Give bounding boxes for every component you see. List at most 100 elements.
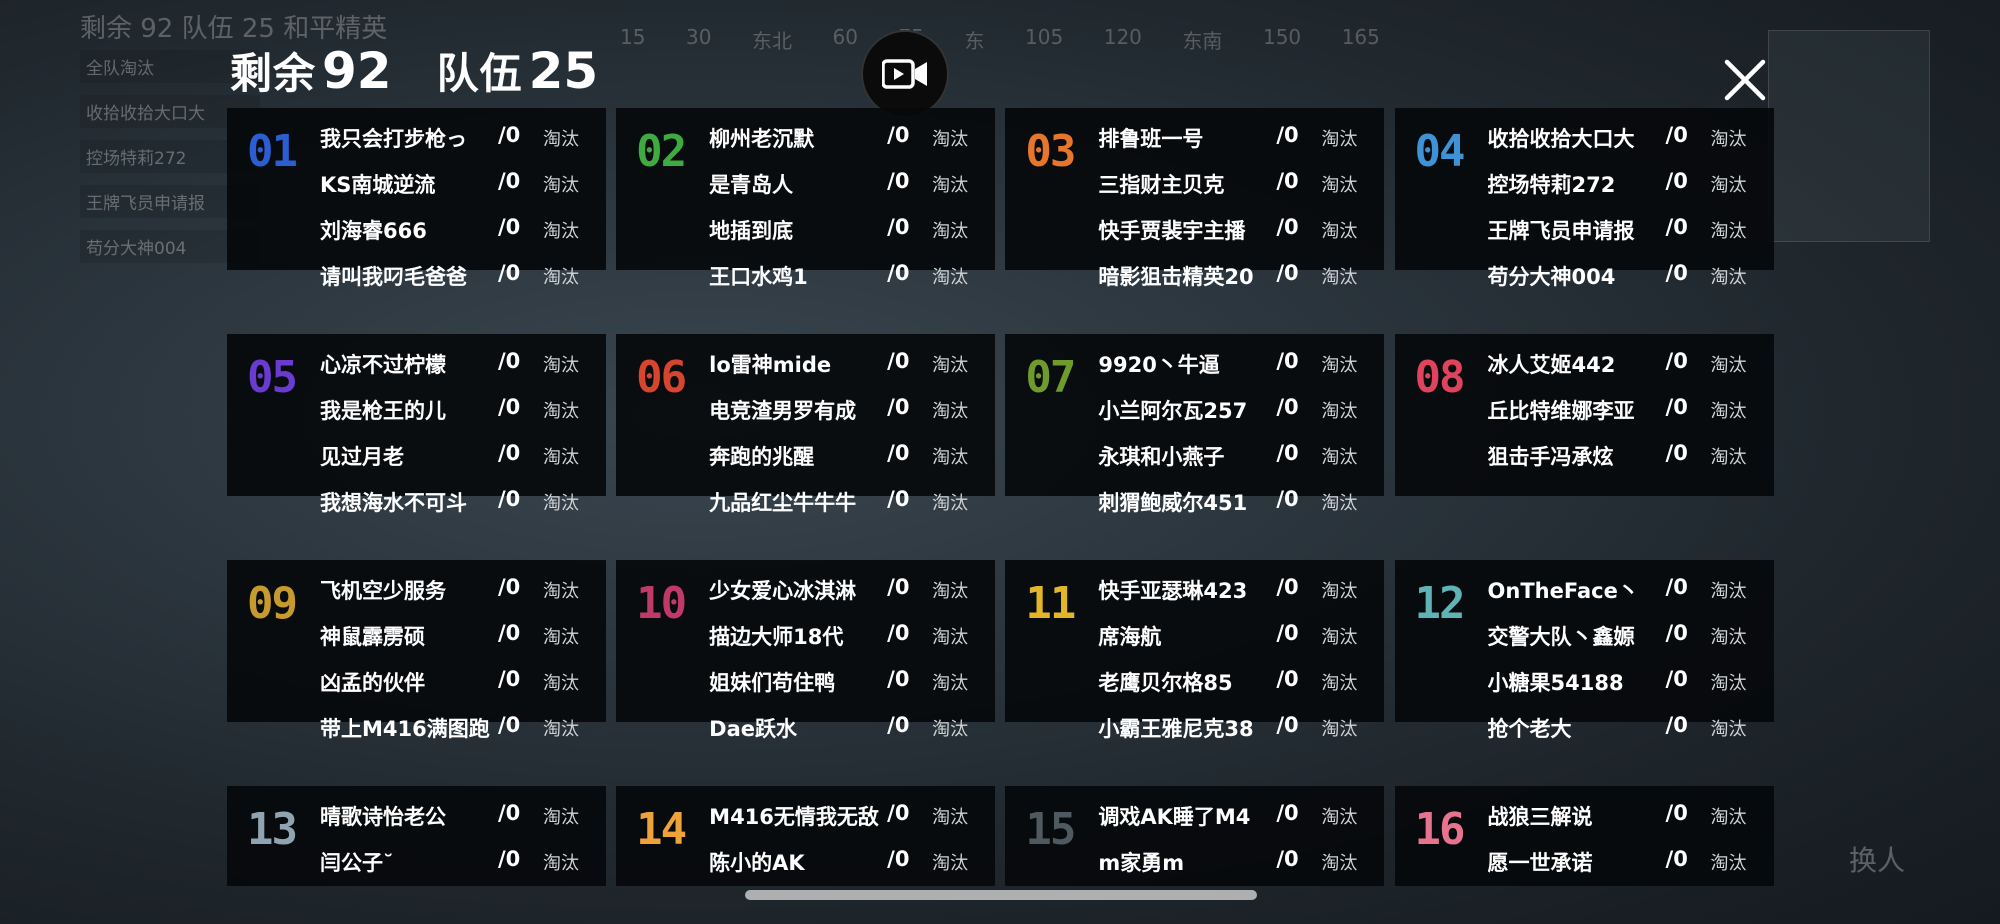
compass-tick: 150 (1262, 25, 1302, 49)
player-kills: /0 (1276, 441, 1299, 466)
player-row[interactable]: OnTheFace丶/0 淘汰 (1488, 575, 1768, 607)
player-eliminated-label: 淘汰 (932, 129, 969, 150)
player-eliminated-label: 淘汰 (543, 355, 579, 377)
player-name: 暗影狙击精英20 (1098, 265, 1254, 289)
player-row[interactable]: 我想海水不可斗/0 淘汰 (320, 487, 600, 519)
player-name: 我只会打步枪っ (320, 127, 467, 151)
player-row[interactable]: 少女爱心冰淇淋/0 淘汰 (709, 575, 989, 607)
player-row[interactable]: 王口水鸡1/0 淘汰 (709, 261, 989, 293)
player-row[interactable]: 陈小的AK/0 淘汰 (709, 847, 989, 879)
player-row[interactable]: 王牌飞员申请报/0 淘汰 (1488, 215, 1768, 247)
player-eliminated-label: 淘汰 (1321, 853, 1358, 875)
player-name: KS南城逆流 (320, 173, 436, 197)
player-kills: /0 (887, 713, 910, 738)
player-eliminated-label: 淘汰 (932, 175, 969, 196)
player-row[interactable]: 控场特莉272/0 淘汰 (1488, 169, 1768, 201)
compass-tick: 105 (1025, 25, 1064, 49)
player-row[interactable]: 快手亚瑟琳423/0 淘汰 (1098, 575, 1378, 607)
player-name: 老鹰贝尔格85 (1098, 671, 1233, 696)
player-row[interactable]: 丘比特维娜李亚/0 淘汰 (1488, 395, 1768, 427)
player-name: 地插到底 (709, 219, 794, 243)
player-name: 九品红尘牛牛牛 (709, 491, 857, 516)
player-name: 心凉不过柠檬 (320, 353, 446, 378)
player-kills: /0 (887, 801, 910, 826)
player-kills: /0 (1665, 395, 1688, 420)
player-eliminated-label: 淘汰 (932, 853, 969, 875)
player-row[interactable]: 刘海睿666/0 淘汰 (320, 215, 600, 247)
player-row[interactable]: 愿一世承诺/0 淘汰 (1488, 847, 1768, 879)
player-row[interactable]: 凶孟的伙伴/0 淘汰 (320, 667, 600, 699)
player-row[interactable]: 席海航/0 淘汰 (1098, 621, 1378, 653)
player-name: 控场特莉272 (1487, 173, 1616, 197)
player-name: 战狼三解说 (1487, 805, 1593, 830)
player-row[interactable]: 9920丶牛逼/0 淘汰 (1098, 349, 1378, 381)
player-row[interactable]: 抢个老大/0 淘汰 (1488, 713, 1768, 745)
player-eliminated-label: 淘汰 (543, 447, 579, 469)
player-row[interactable]: KS南城逆流/0 淘汰 (320, 169, 600, 201)
player-row[interactable]: 狙击手冯承炫/0 淘汰 (1488, 441, 1768, 473)
player-kills: /0 (1665, 621, 1688, 646)
player-name: 请叫我叼毛爸爸 (320, 265, 467, 289)
player-row[interactable]: 三指财主贝克/0 淘汰 (1098, 169, 1378, 201)
player-name: 9920丶牛逼 (1098, 353, 1220, 378)
close-button[interactable] (1717, 52, 1773, 108)
player-eliminated-label: 淘汰 (1710, 401, 1747, 423)
player-row[interactable]: Dae跃水/0 淘汰 (709, 713, 989, 745)
player-row[interactable]: 是青岛人/0 淘汰 (709, 169, 989, 201)
player-row[interactable]: 奔跑的兆醒/0 淘汰 (709, 441, 989, 473)
player-name: 小霸王雅尼克38 (1098, 717, 1254, 742)
player-row[interactable]: 心凉不过柠檬/0 淘汰 (320, 349, 600, 381)
player-row[interactable]: 收拾收拾大口大/0 淘汰 (1488, 123, 1768, 155)
player-row[interactable]: 带上M416满图跑/0 淘汰 (320, 713, 600, 745)
player-row[interactable]: M416无情我无敌/0 淘汰 (709, 801, 989, 833)
player-row[interactable]: 我是枪王的儿/0 淘汰 (320, 395, 600, 427)
compass-tick: 120 (1103, 25, 1142, 49)
player-row[interactable]: 柳州老沉默/0 淘汰 (709, 123, 989, 155)
player-row[interactable]: 晴歌诗怡老公/0 淘汰 (320, 801, 600, 833)
player-kills: /0 (498, 441, 521, 466)
remaining-value: 92 (322, 42, 392, 100)
player-row[interactable]: 苟分大神004/0 淘汰 (1488, 261, 1768, 293)
player-row[interactable]: 老鹰贝尔格85/0 淘汰 (1098, 667, 1378, 699)
player-row[interactable]: 电竞渣男罗有成/0 淘汰 (709, 395, 989, 427)
player-row[interactable]: 冰人艾姬442/0 淘汰 (1488, 349, 1768, 381)
player-row[interactable]: 姐妹们苟住鸭/0 淘汰 (709, 667, 989, 699)
player-row[interactable]: 快手贾裴宇主播/0 淘汰 (1098, 215, 1378, 247)
player-row[interactable]: 飞机空少服务/0 淘汰 (320, 575, 600, 607)
player-name: 交警大队丶鑫嫄 (1487, 625, 1635, 650)
player-row[interactable]: 调戏AK睡了M4/0 淘汰 (1098, 801, 1378, 833)
player-row[interactable]: 刺猬鲍威尔451/0 淘汰 (1098, 487, 1378, 519)
team-card: 02 柳州老沉默/0 淘汰 是青岛人/0 淘汰 地插到底/0 淘汰 王口水鸡1/0 淘汰 (616, 108, 996, 289)
record-button[interactable] (861, 30, 949, 118)
player-kills: /0 (887, 261, 910, 285)
player-row[interactable]: 我只会打步枪っ/0 淘汰 (320, 123, 600, 155)
player-row[interactable]: 九品红尘牛牛牛/0 淘汰 (709, 487, 989, 519)
player-row[interactable]: 排鲁班一号/0 淘汰 (1098, 123, 1378, 155)
player-row[interactable]: m家勇m/0 淘汰 (1098, 847, 1378, 879)
team-card: 11 快手亚瑟琳423/0 淘汰 席海航/0 淘汰 老鹰贝尔格85/0 淘汰 小霸王雅尼克38… (1005, 560, 1385, 741)
player-row[interactable]: 小霸王雅尼克38/0 淘汰 (1098, 713, 1378, 745)
player-row[interactable]: 地插到底/0 淘汰 (709, 215, 989, 247)
player-row[interactable]: 描边大师18代/0 淘汰 (709, 621, 989, 653)
player-row[interactable]: 永琪和小燕子/0 淘汰 (1098, 441, 1378, 473)
player-row[interactable]: 暗影狙击精英20/0 淘汰 (1098, 261, 1378, 293)
player-eliminated-label: 淘汰 (1321, 447, 1358, 469)
player-kills: /0 (498, 847, 521, 872)
player-kills: /0 (1665, 261, 1688, 285)
player-eliminated-label: 淘汰 (543, 807, 579, 829)
player-row[interactable]: 见过月老/0 淘汰 (320, 441, 600, 473)
player-name: 王口水鸡1 (709, 265, 808, 289)
player-row[interactable]: 交警大队丶鑫嫄/0 淘汰 (1488, 621, 1768, 653)
player-row[interactable]: lo雷神mide/0 淘汰 (709, 349, 989, 381)
scrollbar[interactable] (745, 890, 1257, 900)
team-card: 10 少女爱心冰淇淋/0 淘汰 描边大师18代/0 淘汰 姐妹们苟住鸭/0 淘汰 Dae跃水 /… (616, 560, 996, 741)
player-row[interactable]: 战狼三解说/0 淘汰 (1488, 801, 1768, 833)
player-row[interactable]: 小糖果54188/0 淘汰 (1488, 667, 1768, 699)
player-row[interactable]: 小兰阿尔瓦257/0 淘汰 (1098, 395, 1378, 427)
player-eliminated-label: 淘汰 (1321, 581, 1358, 603)
team-number: 04 (1414, 126, 1466, 177)
player-name: 见过月老 (320, 445, 404, 470)
player-row[interactable]: 神鼠霹雳硕/0 淘汰 (320, 621, 600, 653)
player-row[interactable]: 请叫我叼毛爸爸/0 淘汰 (320, 261, 600, 293)
player-row[interactable]: 闫公子˘ /0 淘汰 (320, 847, 600, 879)
